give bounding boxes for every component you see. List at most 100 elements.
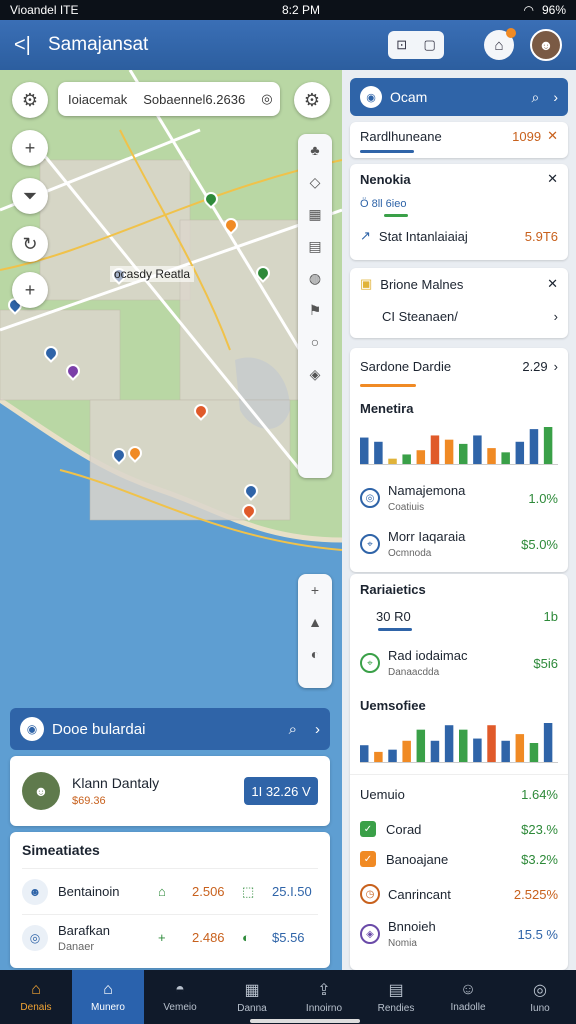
close-icon[interactable]: ✕ (547, 128, 558, 144)
person-value-button[interactable]: 1I 32.26 V (244, 777, 318, 805)
document-icon[interactable]: ▤ (308, 230, 321, 262)
bell-icon: ⌂ (494, 36, 504, 54)
add-marker-button[interactable]: + (12, 272, 48, 308)
radiatics-card: Rariaietics 30 R0 1b ⌖ Rad iodaimac Danaa… (350, 574, 568, 970)
search-icon[interactable]: ⌕ (289, 721, 297, 738)
map-place-label: ocasdy Reatla (110, 266, 195, 282)
list-item[interactable]: ◎ Namajemona Coatiuis 1.0% (350, 474, 568, 522)
chart-bar (529, 429, 539, 465)
gear-icon: ⚙ (303, 89, 321, 110)
folder-icon: ▣ (360, 276, 373, 291)
shield-icon: ◈ (360, 924, 380, 944)
chart-bar (487, 725, 496, 763)
locate-icon[interactable]: ◎ (261, 91, 272, 107)
close-icon[interactable]: ✕ (547, 276, 558, 292)
chart-bar (374, 751, 383, 763)
map-search-bar[interactable]: Ioiacemak Sobaennel6.2636 ◎ (58, 82, 280, 116)
zoom-in-button[interactable]: + (12, 130, 48, 166)
left-panel-header[interactable]: ◉ Dooe bulardai ⌕ › (10, 708, 330, 750)
search-input-a[interactable]: Ioiacemak (68, 92, 127, 107)
locate-icon[interactable]: ◐ (311, 638, 319, 670)
list-title: Uemuio (360, 787, 405, 802)
close-icon[interactable]: ✕ (547, 171, 558, 187)
table-icon: ▦ (244, 982, 260, 999)
dem-bar-chart (360, 723, 558, 763)
nav-label: Iuno (530, 1003, 550, 1014)
plus-icon[interactable]: + (311, 574, 319, 606)
list-item[interactable]: ◈ Bnnoieh Nomia 15.5 % (350, 914, 568, 954)
chart-icon: ↗ (360, 228, 371, 243)
shield-icon[interactable]: ◇ (310, 166, 321, 198)
north-arrow-icon[interactable]: ▲ (308, 606, 322, 638)
upload-icon: ⇪ (317, 982, 331, 999)
right-panel: ◉ Ocam ⌕ › Rardlhuneane 1099 ✕ Nenokia ✕… (342, 70, 576, 970)
summary-value: 2.29 (522, 358, 548, 374)
person-name: Klann Dantaly (72, 775, 160, 791)
list-item[interactable]: ☻ Bentainoin ⌂ 2.506 ⬚ 25.I.50 (22, 868, 318, 914)
list-item[interactable]: 30 R0 1b (350, 604, 568, 628)
settings-button[interactable]: ⚙ (12, 82, 48, 118)
chart-bar (529, 743, 539, 763)
nav-item-map[interactable]: ⌂ Munero (72, 970, 144, 1024)
nenokia-card: Nenokia ✕ Ö 8ll 6ieo ↗ Stat Intanlaiaiaj… (350, 164, 568, 260)
clock: 8:2 PM (281, 3, 320, 17)
stat-name: Bentainoin (58, 884, 120, 899)
nav-item-inventory[interactable]: ⇪ Innoirno (288, 970, 360, 1024)
building-icon[interactable]: ▦ (308, 198, 321, 230)
nav-item-views[interactable]: ◓ Vemeio (144, 970, 216, 1024)
top-summary-card[interactable]: Rardlhuneane 1099 ✕ (350, 122, 568, 158)
right-panel-header[interactable]: ◉ Ocam ⌕ › (350, 78, 568, 116)
back-icon[interactable]: <| (14, 34, 48, 57)
circle-icon[interactable]: ○ (311, 326, 319, 358)
search-icon[interactable]: ⌕ (531, 89, 539, 106)
rotate-button[interactable]: ↻ (12, 226, 48, 262)
stats-title: Simeatiates (22, 842, 100, 858)
badge-icon: ◎ (22, 924, 48, 951)
chart-bar (416, 729, 426, 763)
person-card[interactable]: ☻ Klann Dantaly $69.36 1I 32.26 V (10, 756, 330, 826)
list-item[interactable]: ⌖ Morr Iaqaraia Ocmnoda $5.0% (350, 522, 568, 566)
nav-item-reports[interactable]: ▤ Rendies (360, 970, 432, 1024)
list-item[interactable]: ✓ Banoajane $3.2% (350, 844, 568, 874)
nav-label: Inadolle (450, 1002, 486, 1013)
list-item[interactable]: ◎ Barafkan Danaer + 2.486 ◐ $5.56 (22, 914, 318, 960)
nav-item-dashboard[interactable]: ⌂ Denais (0, 970, 72, 1024)
stat-value: 2.506 (192, 884, 225, 899)
nav-label: Danna (237, 1003, 267, 1014)
users-icon: ☺ (459, 981, 477, 998)
rotate-icon: ↻ (22, 233, 38, 254)
summary-bar (360, 150, 414, 153)
tree-icon[interactable]: ♣ (310, 134, 319, 166)
chevron-right-icon[interactable]: › (554, 359, 558, 374)
chart-bar (444, 439, 454, 465)
list-item[interactable]: ⌖ Rad iodaimac Danaacdda $5i6 (350, 635, 568, 691)
chart-bar (473, 435, 482, 465)
marker-icon[interactable]: ◍ (309, 262, 321, 294)
stat-sub: Danaer (58, 940, 95, 953)
battery-level: 96% (541, 3, 566, 17)
chart-bar (473, 738, 482, 763)
stat-label: Stat Intanlaiaiaj (378, 228, 468, 244)
nav-item-more[interactable]: ◎ Iuno (504, 970, 576, 1024)
list-item[interactable]: ◷ Canrincant 2.525% (350, 874, 568, 914)
metric-sub: Ocmnoda (388, 548, 432, 559)
panel-icon: ◉ (20, 717, 44, 741)
chevron-right-icon[interactable]: › (553, 89, 558, 105)
notification-button[interactable]: ⌂ (484, 28, 516, 60)
flag-icon[interactable]: ⚑ (309, 294, 322, 326)
chevron-right-icon[interactable]: › (554, 309, 558, 324)
chevron-right-icon[interactable]: › (315, 721, 320, 738)
view-toggle-button[interactable]: ⊡ ▢ (388, 31, 444, 59)
nav-item-data[interactable]: ▦ Danna (216, 970, 288, 1024)
home-indicator (250, 1019, 360, 1023)
search-input-b[interactable]: Sobaennel6.2636 (143, 92, 245, 107)
filter-button[interactable]: ⏷ (12, 178, 48, 214)
compass-icon[interactable]: ◈ (310, 358, 321, 390)
avatar[interactable]: ☻ (530, 29, 562, 61)
map-zoom-rail: + ▲ ◐ (298, 574, 332, 688)
chart-bar (360, 437, 369, 465)
nav-item-users[interactable]: ☺ Inadolle (432, 970, 504, 1024)
bottom-nav: ⌂ Denais ⌂ Munero ◓ Vemeio ▦ Danna ⇪ Innoirno… (0, 970, 576, 1024)
map-settings-button[interactable]: ⚙ (294, 82, 330, 118)
list-item[interactable]: ✓ Corad $23.% (350, 814, 568, 844)
